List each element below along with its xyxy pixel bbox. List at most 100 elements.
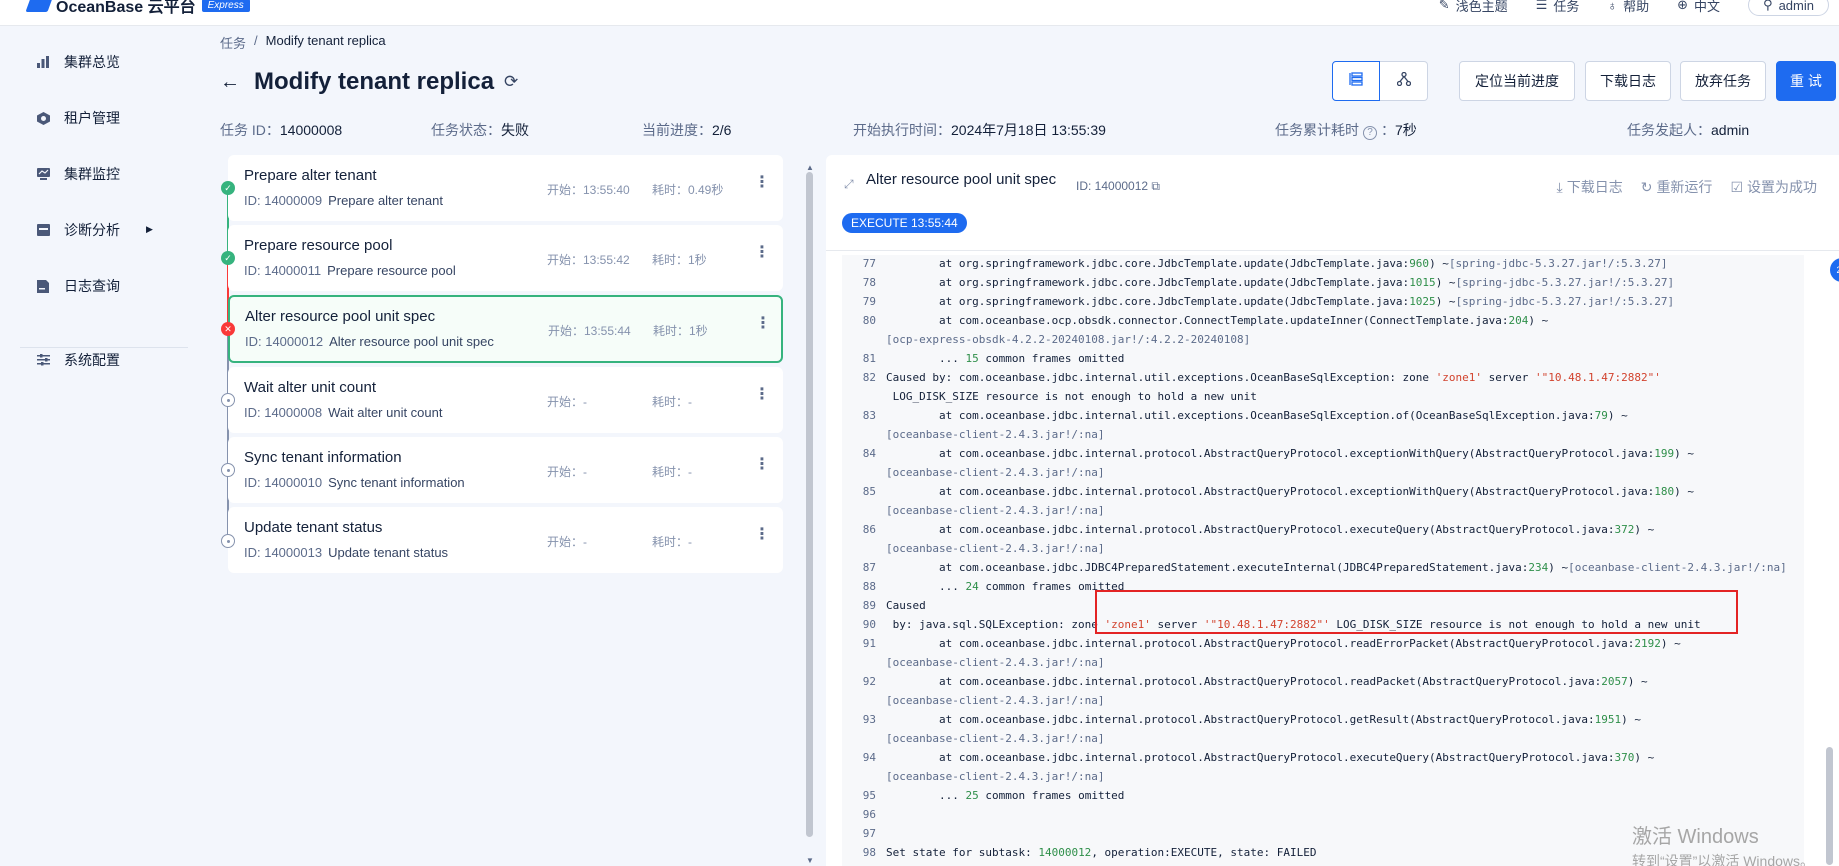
subtask-card[interactable]: Prepare alter tenant ID: 14000009 Prepare… — [228, 155, 783, 221]
subtask-start: 开始：13:55:42 — [547, 253, 630, 267]
subtask-card[interactable]: Prepare resource pool ID: 14000011 Prepar… — [228, 225, 783, 291]
theme-switch[interactable]: ✎ 浅色主题 — [1439, 0, 1508, 15]
subtask-name: Alter resource pool unit spec — [245, 308, 436, 325]
subtask-start: 开始：13:55:40 — [547, 183, 630, 197]
log-line: 88 ... 24 common frames omitted — [862, 580, 1125, 593]
sidebar-item-settings[interactable]: 系统配置 — [36, 350, 120, 370]
log-line: [oceanbase-client-2.4.3.jar!/:na] — [886, 428, 1105, 441]
meta-start-time: 开始执行时间：2024年7月18日 13:55:39 — [853, 120, 1106, 140]
log-line: 91 at com.oceanbase.jdbc.internal.protoc… — [862, 637, 1681, 650]
task-list-scrollbar[interactable] — [806, 172, 813, 837]
abandon-task-button[interactable]: 放弃任务 — [1680, 61, 1766, 101]
subtask-card-selected[interactable]: Alter resource pool unit spec ID: 140000… — [228, 295, 783, 363]
log-line: 81 ... 15 common frames omitted — [862, 352, 1125, 365]
log-line: 85 at com.oceanbase.jdbc.internal.protoc… — [862, 485, 1694, 498]
status-label: 任务状态： — [431, 122, 501, 138]
sidebar-item-cluster-overview[interactable]: 集群总览 — [36, 52, 120, 72]
settings-sliders-icon — [36, 353, 50, 367]
back-arrow-icon[interactable]: ← — [220, 71, 240, 94]
locate-progress-button[interactable]: 定位当前进度 — [1459, 61, 1575, 101]
log-content[interactable]: 77 at org.springframework.jdbc.core.Jdbc… — [842, 255, 1804, 866]
scroll-down-arrow-icon[interactable]: ▼ — [806, 856, 814, 865]
sidebar-item-label: 日志查询 — [64, 278, 120, 294]
more-vertical-icon[interactable]: ⋮ — [754, 527, 770, 543]
more-vertical-icon[interactable]: ⋮ — [754, 387, 770, 403]
sidebar-divider — [20, 347, 188, 348]
log-line: 83 at com.oceanbase.jdbc.internal.util.e… — [862, 409, 1628, 422]
language-switch[interactable]: ⊕ 中文 — [1677, 0, 1720, 15]
sidebar-item-label: 租户管理 — [64, 110, 120, 126]
sidebar-item-tenant[interactable]: 租户管理 — [36, 108, 120, 128]
scroll-up-arrow-icon[interactable]: ▲ — [806, 163, 814, 172]
question-circle-icon[interactable]: ? — [1363, 126, 1377, 140]
subtask-desc: Sync tenant information — [328, 475, 465, 490]
more-vertical-icon[interactable]: ⋮ — [755, 316, 771, 332]
subtask-id-line: ID: 14000008 Wait alter unit count — [244, 405, 442, 420]
task-id-label: 任务 ID： — [220, 122, 280, 138]
language-label: 中文 — [1694, 0, 1721, 14]
subtask-desc: Alter resource pool unit spec — [329, 334, 494, 349]
sidebar-item-diagnose[interactable]: 诊断分析 — [36, 220, 120, 240]
help-label: 帮助 — [1623, 0, 1650, 14]
caret-right-icon[interactable]: ▶ — [146, 224, 153, 235]
rerun-button[interactable]: ↻ 重新运行 — [1641, 177, 1713, 197]
execute-tag[interactable]: EXECUTE 13:55:44 — [842, 213, 967, 233]
pending-dot-icon — [221, 534, 235, 548]
tasks-link[interactable]: ☰ 任务 — [1536, 0, 1580, 15]
user-name: admin — [1778, 0, 1814, 13]
help-link[interactable]: ♁ 帮助 — [1607, 0, 1649, 15]
log-download-button[interactable]: ⤓ 下载日志 — [1557, 177, 1623, 197]
subtask-card[interactable]: Sync tenant information ID: 14000010 Sync… — [228, 437, 783, 503]
log-panel: ⤢ Alter resource pool unit spec ID: 1400… — [826, 155, 1839, 866]
meta-status: 任务状态：失败 — [431, 120, 529, 140]
log-line: 94 at com.oceanbase.jdbc.internal.protoc… — [862, 751, 1655, 764]
more-vertical-icon[interactable]: ⋮ — [754, 175, 770, 191]
initiator-label: 任务发起人： — [1627, 122, 1711, 138]
log-line: LOG_DISK_SIZE resource is not enough to … — [886, 390, 1257, 403]
sidebar-item-log-query[interactable]: 日志查询 — [36, 276, 120, 296]
sidebar-item-monitor[interactable]: 集群监控 — [36, 164, 120, 184]
progress-value: 2/6 — [712, 122, 732, 138]
tenant-icon — [36, 111, 50, 125]
subtask-id: ID: 14000012 — [245, 334, 324, 349]
subtask-cost: 耗时：1秒 — [652, 253, 707, 267]
download-log-button[interactable]: 下载日志 — [1585, 61, 1671, 101]
subtask-id: ID: 14000008 — [244, 405, 323, 420]
expand-icon[interactable]: ⤢ — [844, 177, 854, 192]
express-badge: Express — [201, 0, 250, 12]
start-time-label: 开始执行时间： — [853, 122, 951, 138]
log-line: 98 Set state for subtask: 14000012, opera… — [862, 846, 1317, 859]
breadcrumb-root[interactable]: 任务 — [220, 33, 246, 52]
user-menu[interactable]: ⚲ admin — [1748, 0, 1829, 16]
log-line: 84 at com.oceanbase.jdbc.internal.protoc… — [862, 447, 1694, 460]
list-view-button[interactable] — [1332, 61, 1380, 101]
subtask-card[interactable]: Wait alter unit count ID: 14000008 Wait a… — [228, 367, 783, 433]
refresh-icon[interactable]: ⟳ — [504, 72, 518, 92]
more-vertical-icon[interactable]: ⋮ — [754, 457, 770, 473]
list-view-icon — [1349, 72, 1363, 90]
subtask-name: Wait alter unit count — [244, 379, 377, 396]
more-vertical-icon[interactable]: ⋮ — [754, 245, 770, 261]
subtask-cost: 耗时：1秒 — [653, 324, 708, 338]
subtask-name: Prepare resource pool — [244, 237, 393, 254]
brand-name: OceanBase 云平台 — [56, 0, 196, 16]
breadcrumb: 任务 / Modify tenant replica — [220, 33, 386, 52]
brand-logo[interactable]: OceanBase 云平台 Express — [25, 0, 250, 17]
log-icon — [36, 279, 50, 293]
oceanbase-logo-icon — [25, 0, 53, 12]
subtask-card[interactable]: Update tenant status ID: 14000013 Update … — [228, 507, 783, 573]
title-row: ← Modify tenant replica ⟳ — [220, 68, 518, 96]
subtask-id: ID: 14000010 — [244, 475, 323, 490]
retry-button[interactable]: 重 试 — [1776, 61, 1836, 101]
theme-icon: ✎ — [1438, 0, 1450, 12]
copy-icon[interactable]: ⧉ — [1151, 179, 1160, 193]
progress-label: 当前进度： — [642, 122, 712, 138]
meta-elapsed: 任务累计耗时? ：7秒 — [1275, 122, 1417, 140]
set-success-button[interactable]: ☑ 设置为成功 — [1730, 177, 1817, 197]
flow-view-button[interactable] — [1380, 61, 1428, 101]
subtask-cost: 耗时：0.49秒 — [652, 183, 724, 197]
theme-label: 浅色主题 — [1455, 0, 1508, 14]
task-id-value: 14000008 — [279, 122, 343, 138]
breadcrumb-current: Modify tenant replica — [265, 33, 386, 48]
log-scrollbar[interactable] — [1826, 747, 1833, 865]
